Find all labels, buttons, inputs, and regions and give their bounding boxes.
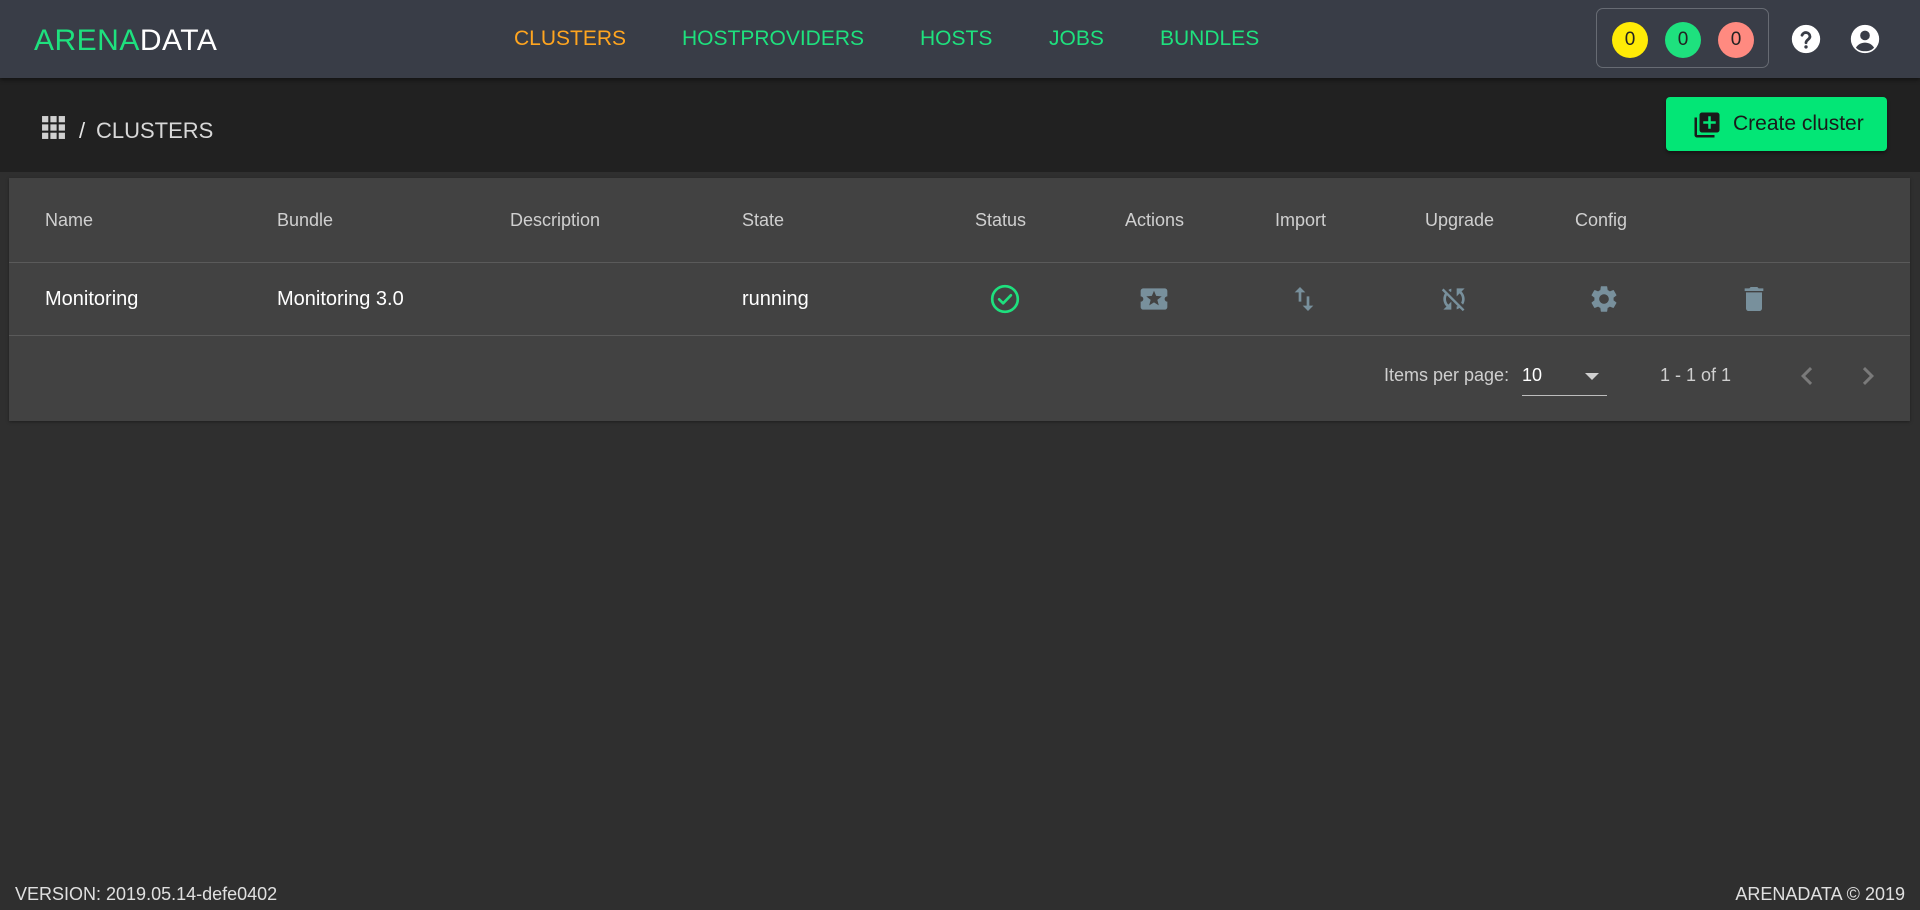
nav-hosts[interactable]: HOSTS: [920, 27, 992, 51]
items-per-page-value: 10: [1522, 365, 1543, 385]
job-status-counters: 0 0 0: [1596, 8, 1769, 68]
ticket-icon[interactable]: [1138, 283, 1170, 315]
check-circle-icon[interactable]: [989, 283, 1021, 315]
trash-icon[interactable]: [1738, 283, 1770, 315]
failed-jobs-counter[interactable]: 0: [1718, 22, 1754, 58]
column-header-description[interactable]: Description: [510, 210, 600, 231]
dropdown-arrow-icon: [1585, 373, 1599, 380]
nav-clusters[interactable]: CLUSTERS: [514, 27, 626, 51]
copyright-label: ARENADATA © 2019: [1735, 884, 1905, 904]
top-navigation-bar: ARENADATA CLUSTERS HOSTPROVIDERS HOSTS J…: [0, 0, 1920, 78]
logo-part-data: DATA: [139, 24, 218, 57]
account-icon[interactable]: [1848, 22, 1882, 56]
paginator: Items per page: 10 1 - 1 of 1: [9, 336, 1910, 421]
help-icon[interactable]: [1789, 22, 1823, 56]
sync-disabled-icon[interactable]: [1438, 283, 1470, 315]
cell-bundle: Monitoring 3.0: [277, 288, 404, 310]
breadcrumb-current: CLUSTERS: [96, 118, 214, 143]
logo-part-arena: ARENA: [34, 24, 140, 57]
cell-state: running: [742, 288, 809, 310]
nav-hostproviders[interactable]: HOSTPROVIDERS: [682, 27, 864, 51]
import-export-icon[interactable]: [1288, 283, 1320, 315]
library-add-icon: [1694, 112, 1720, 138]
column-header-upgrade: Upgrade: [1425, 210, 1495, 230]
breadcrumb-separator: /: [79, 118, 86, 143]
column-header-actions: Actions: [1125, 210, 1185, 230]
column-header-name[interactable]: Name: [45, 210, 93, 231]
nav-jobs[interactable]: JOBS: [1049, 27, 1104, 51]
column-header-state[interactable]: State: [742, 210, 784, 231]
column-header-import: Import: [1275, 210, 1327, 230]
arenadata-logo[interactable]: ARENADATA: [34, 26, 217, 56]
running-jobs-counter[interactable]: 0: [1612, 22, 1648, 58]
table-row[interactable]: Monitoring Monitoring 3.0 running: [9, 263, 1910, 336]
column-header-status: Status: [975, 210, 1027, 230]
clusters-table: Name Bundle Description State Status Act…: [9, 178, 1910, 421]
previous-page-icon[interactable]: [1789, 358, 1825, 394]
page-header: [0, 78, 1920, 172]
column-header-config: Config: [1575, 210, 1628, 230]
cell-name[interactable]: Monitoring: [45, 288, 138, 311]
next-page-icon[interactable]: [1850, 358, 1886, 394]
page-range-label: 1 - 1 of 1: [1660, 365, 1732, 385]
apps-grid-icon[interactable]: [41, 115, 66, 140]
success-jobs-counter[interactable]: 0: [1665, 22, 1701, 58]
nav-bundles[interactable]: BUNDLES: [1160, 27, 1259, 51]
create-cluster-label: Create cluster: [1733, 112, 1864, 135]
version-label: VERSION: 2019.05.14-defe0402: [15, 884, 278, 904]
create-cluster-button[interactable]: Create cluster: [1666, 97, 1887, 151]
column-header-bundle[interactable]: Bundle: [277, 210, 333, 231]
items-per-page-select[interactable]: 10: [1522, 356, 1607, 396]
table-header-row: Name Bundle Description State Status Act…: [9, 178, 1910, 263]
gear-icon[interactable]: [1588, 283, 1620, 315]
items-per-page-label: Items per page:: [1384, 365, 1510, 385]
